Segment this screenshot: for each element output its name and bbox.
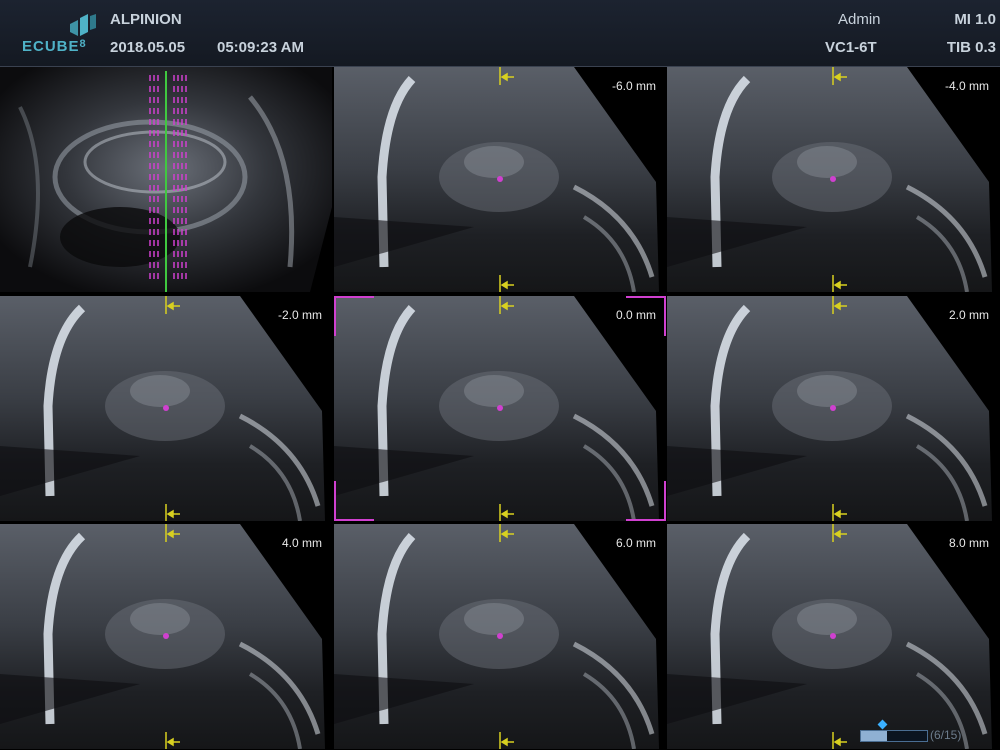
slice-progress-fill — [861, 731, 888, 741]
slice-view[interactable]: 6.0 mm — [334, 524, 666, 749]
slice-overlay — [830, 296, 847, 521]
reference-view[interactable] — [0, 67, 332, 292]
slice-view[interactable]: -2.0 mm — [0, 296, 332, 521]
slice-depth-label: 8.0 mm — [948, 536, 989, 550]
exam-date: 2018.05.05 — [110, 39, 186, 56]
slice-depth-label: -6.0 mm — [611, 79, 656, 93]
slice-overlay — [163, 296, 180, 521]
slice-view[interactable]: 4.0 mm — [0, 524, 332, 749]
slice-depth-label: 0.0 mm — [615, 308, 656, 322]
slice-counter: (6/15) — [930, 728, 962, 742]
slice-depth-label: -4.0 mm — [944, 79, 989, 93]
user-name: Admin — [838, 11, 881, 28]
slice-progress-bar[interactable] — [860, 730, 928, 742]
ecube-logo-icon — [70, 14, 96, 36]
slice-overlay — [830, 524, 847, 749]
thermal-index: TIB 0.3 — [946, 39, 996, 56]
slice-overlay — [163, 524, 180, 749]
ecube-logo: ECUBE8 — [22, 14, 102, 58]
selected-slice-frame — [334, 296, 666, 521]
slice-plane-guides — [149, 71, 187, 292]
slice-view[interactable]: 0.0 mm — [334, 296, 666, 521]
multi-slice-grid: -6.0 mm -4.0 mm -2.0 mm 0.0 mm 2.0 mm 4.0 mm 6… — [0, 67, 1000, 750]
slice-view[interactable]: 8.0 mm — [667, 524, 999, 749]
logo-wordmark: ECUBE8 — [22, 38, 87, 55]
status-header: ECUBE8 ALPINION 2018.05.05 05:09:23 AM A… — [0, 0, 1000, 67]
slice-depth-label: 4.0 mm — [281, 536, 322, 550]
slice-view[interactable]: -6.0 mm — [334, 67, 666, 292]
slice-view[interactable]: -4.0 mm — [667, 67, 999, 292]
slice-overlay — [497, 524, 514, 749]
slice-depth-label: -2.0 mm — [277, 308, 322, 322]
slice-depth-label: 2.0 mm — [948, 308, 989, 322]
slice-depth-label: 6.0 mm — [615, 536, 656, 550]
probe-name: VC1-6T — [825, 39, 877, 56]
slice-overlay — [497, 67, 514, 292]
mechanical-index: MI 1.0 — [954, 11, 996, 28]
slice-overlay — [830, 67, 847, 292]
exam-time: 05:09:23 AM — [217, 39, 304, 56]
brand-name: ALPINION — [110, 11, 182, 28]
slice-view[interactable]: 2.0 mm — [667, 296, 999, 521]
